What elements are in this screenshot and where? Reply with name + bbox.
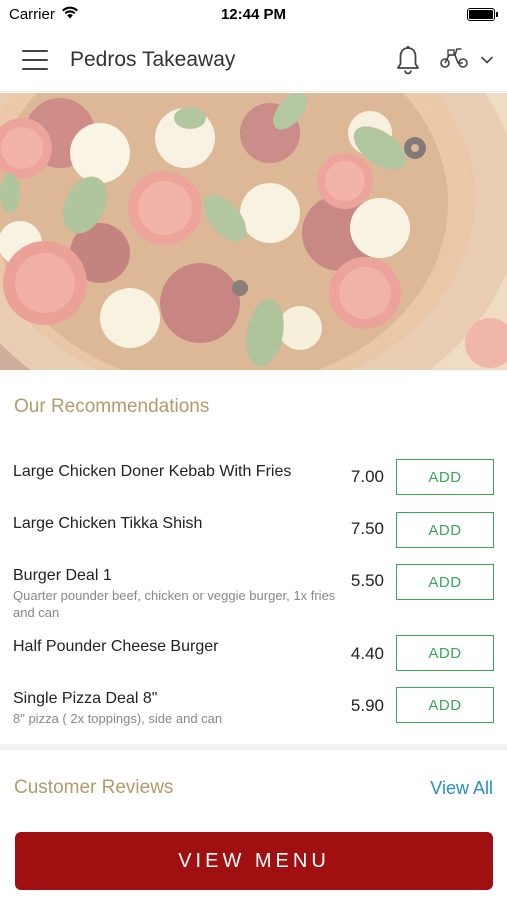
item-price: 5.90 bbox=[350, 696, 384, 715]
chevron-down-icon bbox=[481, 51, 493, 69]
item-price: 4.40 bbox=[350, 644, 384, 663]
add-button[interactable]: ADD bbox=[396, 687, 494, 723]
customer-reviews-title: Customer Reviews bbox=[14, 777, 174, 798]
view-all-link[interactable]: View All bbox=[430, 778, 493, 799]
item-description: Quarter pounder beef, chicken or veggie … bbox=[13, 588, 336, 620]
carrier-label: Carrier bbox=[9, 5, 55, 23]
add-button[interactable]: ADD bbox=[396, 564, 494, 600]
wifi-icon bbox=[61, 6, 79, 23]
item-name: Burger Deal 1 bbox=[13, 567, 112, 584]
item-price: 5.50 bbox=[350, 571, 384, 590]
item-name: Large Chicken Doner Kebab With Fries bbox=[13, 463, 292, 480]
header-actions bbox=[395, 45, 493, 75]
item-description: 8" pizza ( 2x toppings), side and can bbox=[13, 711, 223, 726]
status-left: Carrier bbox=[9, 6, 79, 23]
add-button[interactable]: ADD bbox=[396, 512, 494, 548]
bell-icon[interactable] bbox=[395, 45, 421, 75]
add-button[interactable]: ADD bbox=[396, 459, 494, 495]
item-name: Single Pizza Deal 8" bbox=[13, 690, 158, 707]
app-header: Pedros Takeaway bbox=[0, 28, 507, 92]
recommendations-title: Our Recommendations bbox=[14, 396, 210, 417]
hero-overlay bbox=[0, 93, 507, 370]
section-divider bbox=[0, 744, 507, 750]
page-title: Pedros Takeaway bbox=[70, 47, 236, 71]
item-name: Half Pounder Cheese Burger bbox=[13, 638, 219, 655]
battery-icon bbox=[467, 7, 498, 21]
status-bar: Carrier 12:44 PM bbox=[0, 0, 507, 28]
view-menu-button[interactable]: VIEW MENU bbox=[15, 832, 493, 890]
scooter-icon bbox=[439, 45, 469, 74]
add-button[interactable]: ADD bbox=[396, 635, 494, 671]
item-price: 7.50 bbox=[350, 519, 384, 538]
delivery-selector[interactable] bbox=[439, 45, 493, 74]
menu-icon[interactable] bbox=[22, 49, 48, 70]
item-name: Large Chicken Tikka Shish bbox=[13, 515, 203, 532]
item-price: 7.00 bbox=[350, 467, 384, 486]
